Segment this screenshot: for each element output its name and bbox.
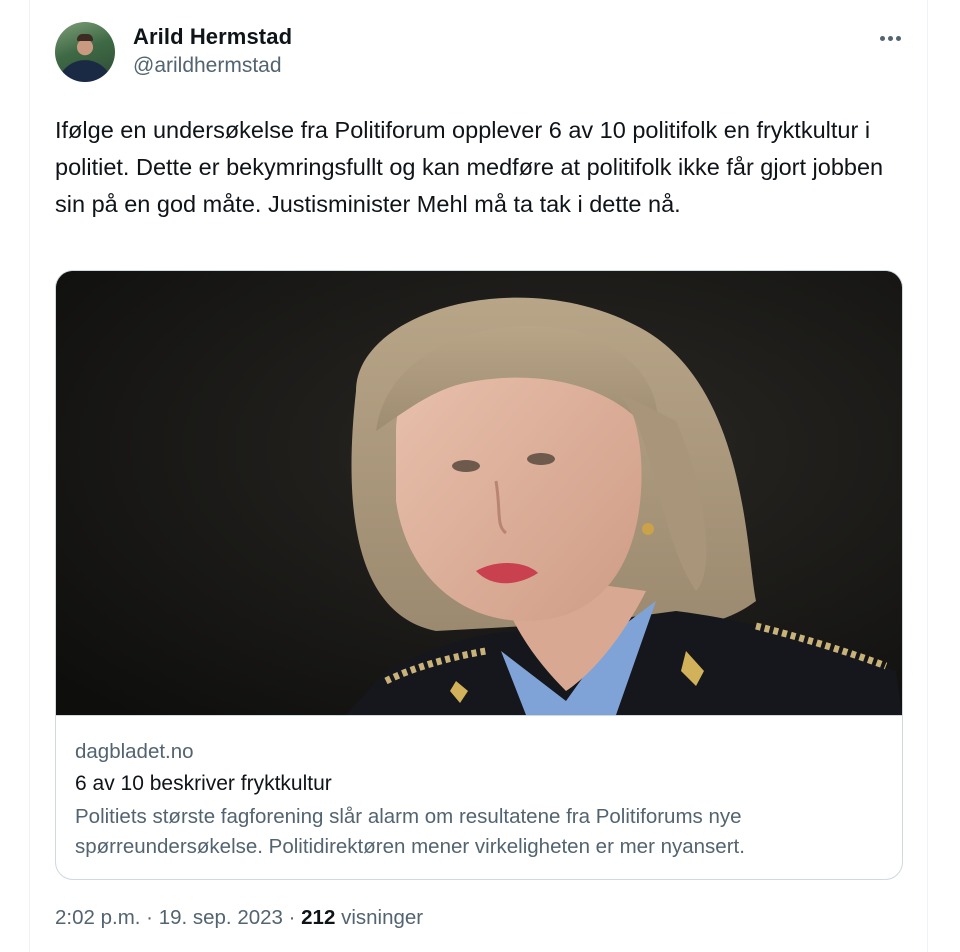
author-handle[interactable]: @arildhermstad [133,54,282,78]
author-avatar[interactable] [55,22,115,82]
tweet-header: Arild Hermstad @arildhermstad [55,22,905,84]
timeline-border-left [29,0,30,952]
link-card-meta[interactable]: dagbladet.no 6 av 10 beskriver fryktkult… [56,715,902,879]
link-card-domain: dagbladet.no [75,740,194,763]
timeline-border-right [927,0,928,952]
link-card-description: Politiets største fagforening slår alarm… [75,805,745,858]
dot [879,35,885,41]
views-count: 212 [301,906,336,929]
more-options-icon[interactable] [875,26,905,50]
link-card-title: 6 av 10 beskriver fryktkultur [75,772,332,795]
dot [895,35,901,41]
link-card[interactable]: dagbladet.no 6 av 10 beskriver fryktkult… [55,270,903,880]
tweet-time[interactable]: 2:02 p.m. [55,906,140,929]
tweet-date[interactable]: 19. sep. 2023 [159,906,283,929]
tweet-footer: 2:02 p.m. · 19. sep. 2023 · 212 visninge… [55,906,423,930]
dot [887,35,893,41]
tweet-text: Ifølge en undersøkelse fra Politiforum o… [55,117,884,217]
author-display-name[interactable]: Arild Hermstad [133,24,292,50]
views-label: visninger [335,906,424,929]
footer-separator: · [282,906,302,929]
footer-separator: · [140,906,159,929]
link-card-image[interactable] [56,271,902,715]
avatar-hair [77,34,93,41]
